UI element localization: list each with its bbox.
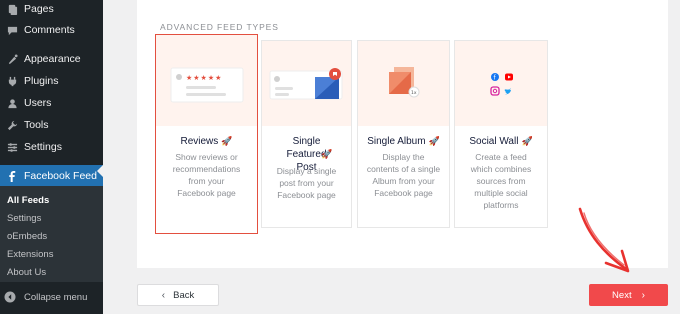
collapse-icon: [4, 291, 16, 303]
sidebar-item-label: Tools: [24, 119, 49, 131]
feed-type-card-single-featured-post[interactable]: Single Featured Post 🚀 Display a single …: [261, 40, 352, 228]
back-label: Back: [173, 289, 195, 301]
featured-post-illustration-icon: [269, 68, 343, 100]
chevron-left-icon: ‹: [161, 289, 166, 301]
sidebar-item-label: Comments: [24, 24, 75, 36]
instagram-icon: [490, 86, 500, 96]
sidebar-item-label: Settings: [24, 141, 62, 153]
sidebar-item-settings[interactable]: Settings: [0, 136, 103, 158]
users-icon: [6, 97, 18, 109]
annotation-arrow-icon: [578, 207, 630, 273]
sidebar-item-facebook-feed[interactable]: Facebook Feed: [0, 165, 103, 187]
feed-type-card-single-album[interactable]: 1x Single Album 🚀 Display the contents of…: [357, 40, 450, 228]
album-badge: 1x: [411, 90, 417, 96]
appearance-icon: [6, 53, 18, 65]
sidebar-item-label: Plugins: [24, 75, 59, 87]
collapse-menu-button[interactable]: Collapse menu: [0, 288, 87, 306]
collapse-label: Collapse menu: [24, 291, 88, 303]
pages-icon: [6, 3, 18, 15]
sidebar-item-appearance[interactable]: Appearance: [0, 48, 103, 70]
feed-type-card-social-wall[interactable]: f Social Wall 🚀 Create a feed which combi…: [454, 40, 548, 228]
card-thumbnail: ★★★★★: [156, 35, 257, 126]
card-description: Show reviews or recommendations from you…: [172, 152, 241, 198]
sidebar-item-label: Pages: [24, 3, 54, 15]
card-thumbnail: [262, 41, 351, 126]
tools-icon: [6, 119, 18, 131]
section-title: ADVANCED FEED TYPES: [160, 22, 279, 32]
sidebar-item-label: Appearance: [24, 53, 81, 65]
next-button[interactable]: Next ›: [589, 284, 668, 306]
comments-icon: [6, 24, 18, 36]
settings-icon: [6, 141, 18, 153]
sidebar-item-tools[interactable]: Tools: [0, 114, 103, 136]
active-menu-pointer: [97, 165, 103, 177]
next-label: Next: [612, 289, 632, 301]
card-thumbnail: f: [455, 41, 547, 126]
card-description: Display the contents of a single Album f…: [366, 152, 441, 198]
feed-type-card-reviews[interactable]: ★★★★★ Reviews 🚀 Show reviews or recommend…: [155, 34, 258, 234]
rocket-icon: 🚀: [221, 136, 233, 146]
rocket-icon: 🚀: [521, 136, 533, 146]
reviews-illustration-icon: ★★★★★: [170, 67, 244, 103]
album-illustration-icon: 1x: [389, 67, 420, 98]
sidebar-item-comments[interactable]: Comments: [0, 19, 103, 41]
submenu-all-feeds[interactable]: All Feeds: [7, 195, 49, 206]
card-title: Reviews 🚀: [180, 136, 233, 147]
card-description: Create a feed which combines sources fro…: [470, 152, 532, 210]
submenu-about-us[interactable]: About Us: [7, 267, 46, 278]
plugins-icon: [6, 75, 18, 87]
sidebar-item-plugins[interactable]: Plugins: [0, 70, 103, 92]
svg-text:★★★★★: ★★★★★: [186, 74, 222, 82]
twitter-icon: [504, 88, 511, 95]
card-title: Social Wall 🚀: [469, 136, 533, 147]
submenu-oembeds[interactable]: oEmbeds: [7, 231, 47, 242]
social-wall-illustration-icon: f: [490, 73, 513, 96]
admin-sidebar: Pages Comments Appearance Plugins Users …: [0, 0, 103, 314]
rocket-icon: 🚀: [321, 149, 333, 159]
facebook-icon: [6, 170, 18, 182]
sidebar-item-label: Facebook Feed: [24, 170, 97, 182]
sidebar-item-users[interactable]: Users: [0, 92, 103, 114]
card-thumbnail: 1x: [358, 41, 449, 126]
submenu-settings[interactable]: Settings: [7, 213, 41, 224]
facebook-feed-submenu: All Feeds Settings oEmbeds Extensions Ab…: [0, 186, 103, 282]
sidebar-item-pages[interactable]: Pages: [0, 0, 103, 20]
sidebar-item-label: Users: [24, 97, 52, 109]
card-description: Display a single post from your Facebook…: [276, 166, 337, 200]
back-button[interactable]: ‹ Back: [137, 284, 219, 306]
card-title: Single Album 🚀: [367, 136, 440, 147]
chevron-right-icon: ›: [641, 289, 645, 301]
submenu-extensions[interactable]: Extensions: [7, 249, 53, 260]
rocket-icon: 🚀: [428, 136, 440, 146]
